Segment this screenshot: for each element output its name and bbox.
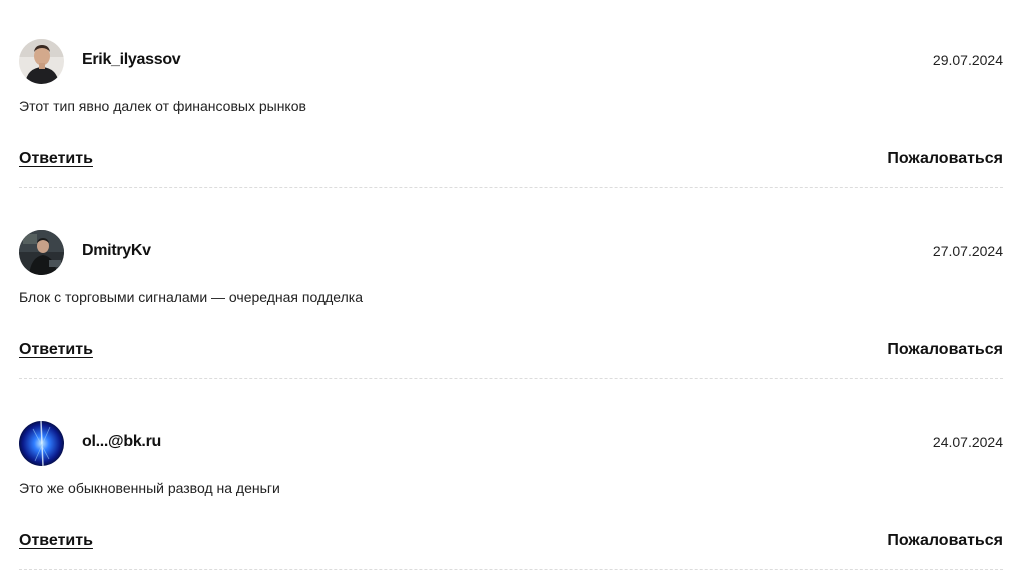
avatar[interactable] xyxy=(19,421,64,466)
divider xyxy=(19,569,1003,570)
comment-date: 24.07.2024 xyxy=(932,434,1003,450)
comment-item: DmitryKv 27.07.2024 Блок с торговыми сиг… xyxy=(19,230,1003,418)
user-photo-icon xyxy=(19,421,64,466)
comment-header: Erik_ilyassov 29.07.2024 xyxy=(19,39,1003,85)
comment-header: ol...@bk.ru 24.07.2024 xyxy=(19,421,1003,467)
comment-text: Это же обыкновенный развод на деньги xyxy=(19,480,280,496)
divider xyxy=(19,378,1003,379)
comment-date: 27.07.2024 xyxy=(932,243,1003,259)
reply-link[interactable]: Ответить xyxy=(19,150,93,168)
comment-item: ol...@bk.ru 24.07.2024 Это же обыкновенн… xyxy=(19,421,1003,580)
avatar[interactable] xyxy=(19,230,64,275)
comment-text: Этот тип явно далек от финансовых рынков xyxy=(19,98,306,114)
avatar[interactable] xyxy=(19,39,64,84)
comment-date: 29.07.2024 xyxy=(932,52,1003,68)
report-button[interactable]: Пожаловаться xyxy=(887,532,1003,550)
comment-author[interactable]: Erik_ilyassov xyxy=(82,51,181,69)
comments-list: Erik_ilyassov 29.07.2024 Этот тип явно д… xyxy=(0,0,1024,580)
reply-link[interactable]: Ответить xyxy=(19,341,93,359)
divider xyxy=(19,187,1003,188)
comment-author[interactable]: DmitryKv xyxy=(82,242,151,260)
user-photo-icon xyxy=(19,230,64,275)
comment-text: Блок с торговыми сигналами — очередная п… xyxy=(19,289,364,305)
report-button[interactable]: Пожаловаться xyxy=(887,150,1003,168)
comment-author[interactable]: ol...@bk.ru xyxy=(82,433,161,451)
comment-header: DmitryKv 27.07.2024 xyxy=(19,230,1003,276)
report-button[interactable]: Пожаловаться xyxy=(887,341,1003,359)
user-photo-icon xyxy=(19,39,64,84)
reply-link[interactable]: Ответить xyxy=(19,532,93,550)
comment-item: Erik_ilyassov 29.07.2024 Этот тип явно д… xyxy=(19,39,1003,227)
